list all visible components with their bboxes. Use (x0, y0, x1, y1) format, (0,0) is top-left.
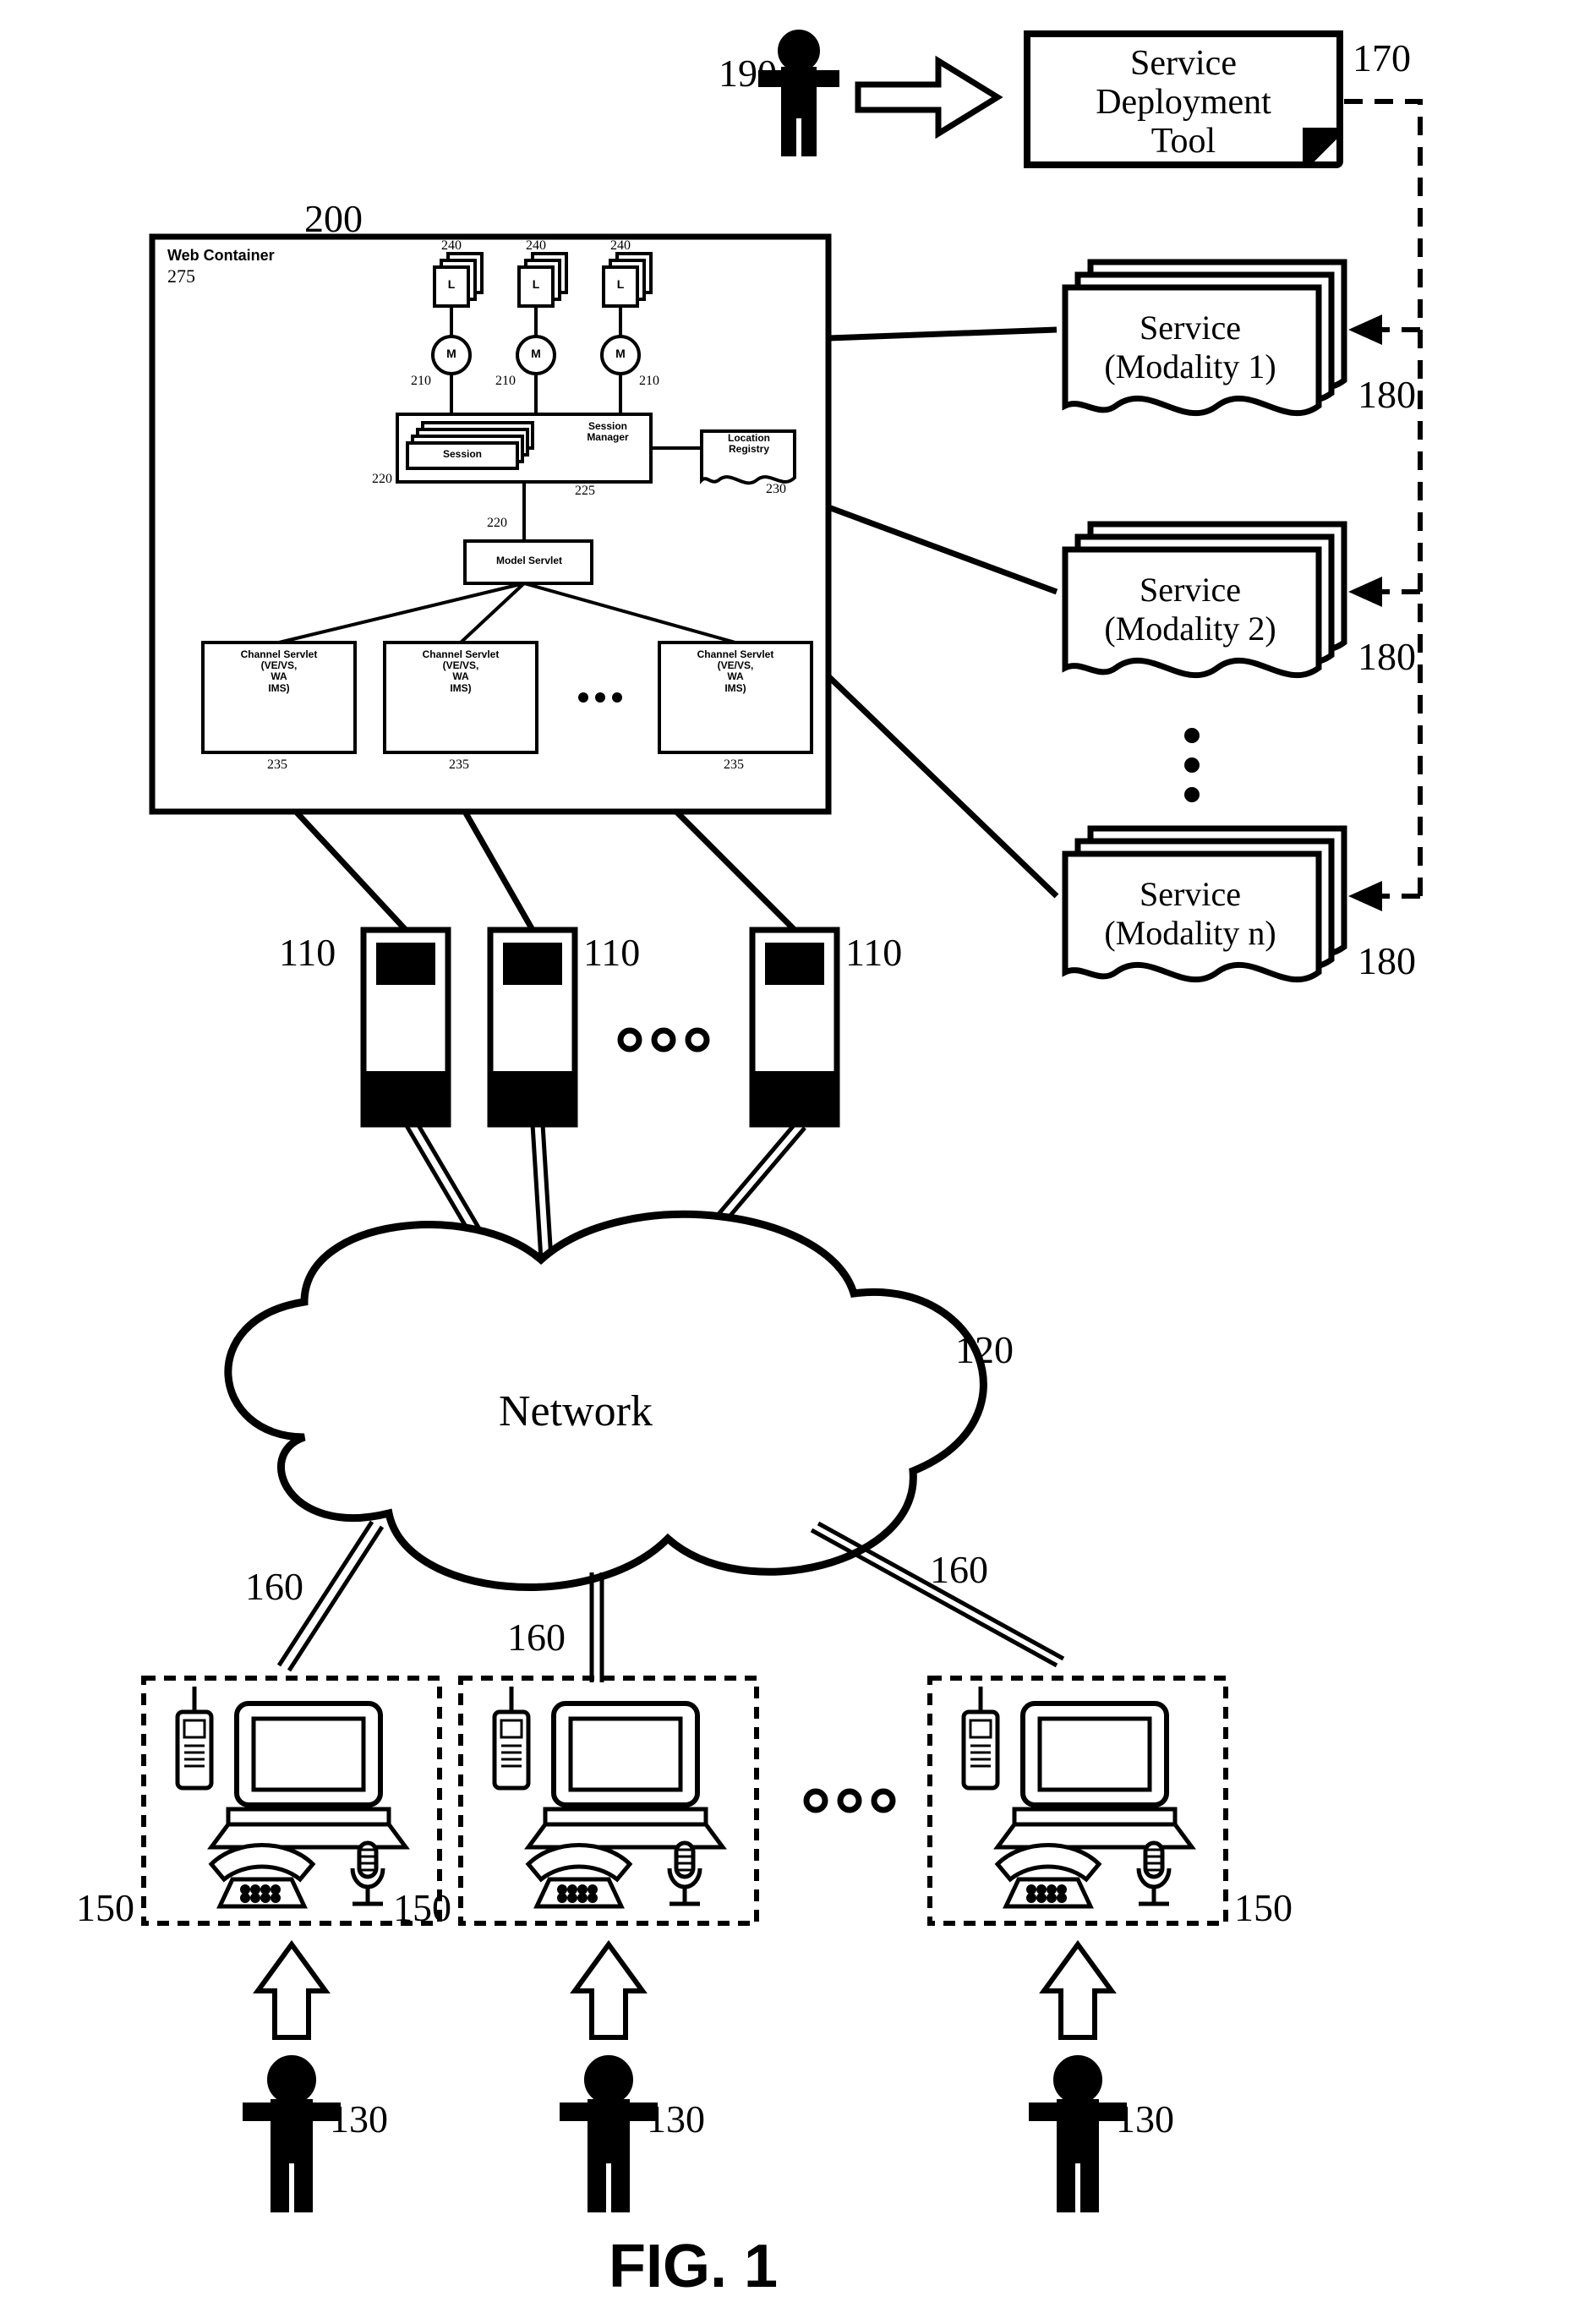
ref-235-c: 235 (724, 757, 744, 773)
wc-session-manager: Session Manager (568, 421, 648, 442)
ref-150-b: 150 (393, 1885, 451, 1930)
ref-180-b: 180 (1358, 634, 1416, 679)
service-modality-2 (1065, 524, 1344, 675)
user-arrow-3 (1044, 1944, 1112, 2037)
ref-240-c: 240 (610, 238, 631, 254)
web-container-title: Web Container (167, 247, 275, 265)
wc-L-c: L (612, 277, 629, 291)
server-3 (752, 930, 837, 1124)
ref-275: 275 (167, 265, 195, 287)
ref-130-a: 130 (330, 2097, 388, 2141)
wc-ch-b: Channel Servlet (VE/VS, WA IMS) (390, 649, 532, 694)
figure-caption: FIG. 1 (609, 2232, 778, 2301)
wc-ch-a: Channel Servlet (VE/VS, WA IMS) (208, 649, 350, 694)
ref-210-a: 210 (411, 374, 431, 389)
server-1 (363, 930, 448, 1124)
user-2-icon (562, 2058, 655, 2210)
service-modality-1 (1065, 262, 1344, 413)
ref-225: 225 (575, 484, 595, 499)
deploy-dashed-lines (1344, 101, 1420, 896)
figure-1-diagram: Service Deployment Tool 170 190 200 Web … (0, 0, 1585, 2324)
ref-110-c: 110 (845, 930, 902, 975)
ref-110-a: 110 (279, 930, 336, 975)
ref-160-b: 160 (507, 1615, 566, 1660)
ref-120: 120 (955, 1327, 1014, 1372)
server-2 (490, 930, 575, 1124)
admin-arrow-icon (858, 61, 997, 134)
ref-170: 170 (1353, 36, 1411, 80)
ref-160-c: 160 (930, 1547, 988, 1592)
user-3-icon (1031, 2058, 1124, 2210)
wc-m-circles (433, 306, 639, 414)
wc-M-b: M (529, 347, 543, 360)
wc-M-a: M (445, 347, 458, 360)
ref-235-b: 235 (449, 757, 469, 773)
wc-to-services-lines (828, 330, 1057, 896)
ref-220-mid: 220 (487, 516, 507, 531)
ref-110-b: 110 (583, 930, 640, 975)
ref-200: 200 (304, 196, 363, 241)
wc-ch-c: Channel Servlet (VE/VS, WA IMS) (664, 649, 806, 694)
ref-210-b: 210 (495, 374, 516, 389)
network-label: Network (499, 1386, 653, 1436)
user-1-icon (245, 2058, 338, 2210)
ref-160-a: 160 (245, 1564, 303, 1609)
ref-180-c: 180 (1358, 938, 1416, 983)
user-arrow-1 (258, 1944, 325, 2037)
ref-230: 230 (766, 482, 786, 497)
ref-210-c: 210 (639, 374, 659, 389)
ref-235-a: 235 (267, 757, 287, 773)
wc-M-c: M (614, 347, 627, 360)
ref-130-c: 130 (1116, 2097, 1174, 2141)
ref-180-a: 180 (1358, 372, 1416, 417)
wc-model-servlet: Model Servlet (470, 555, 588, 566)
client-group-2 (461, 1678, 757, 1923)
ref-190: 190 (719, 51, 777, 96)
ref-240-a: 240 (441, 238, 462, 254)
ref-130-b: 130 (647, 2097, 705, 2141)
client-group-3 (930, 1678, 1226, 1923)
wc-L-b: L (527, 277, 544, 291)
service-modality-n (1065, 828, 1344, 980)
wc-location-registry: Location Registry (707, 433, 791, 454)
ref-220-top: 220 (372, 472, 392, 487)
ref-150-a: 150 (76, 1885, 134, 1930)
wc-session: Session (414, 448, 511, 460)
ref-240-b: 240 (526, 238, 546, 254)
user-arrow-2 (575, 1944, 642, 2037)
diagram-canvas (0, 0, 1585, 2324)
deploy-tool-label: Service Deployment Tool (1040, 44, 1327, 161)
ref-150-c: 150 (1234, 1885, 1293, 1930)
wc-L-a: L (443, 277, 460, 291)
